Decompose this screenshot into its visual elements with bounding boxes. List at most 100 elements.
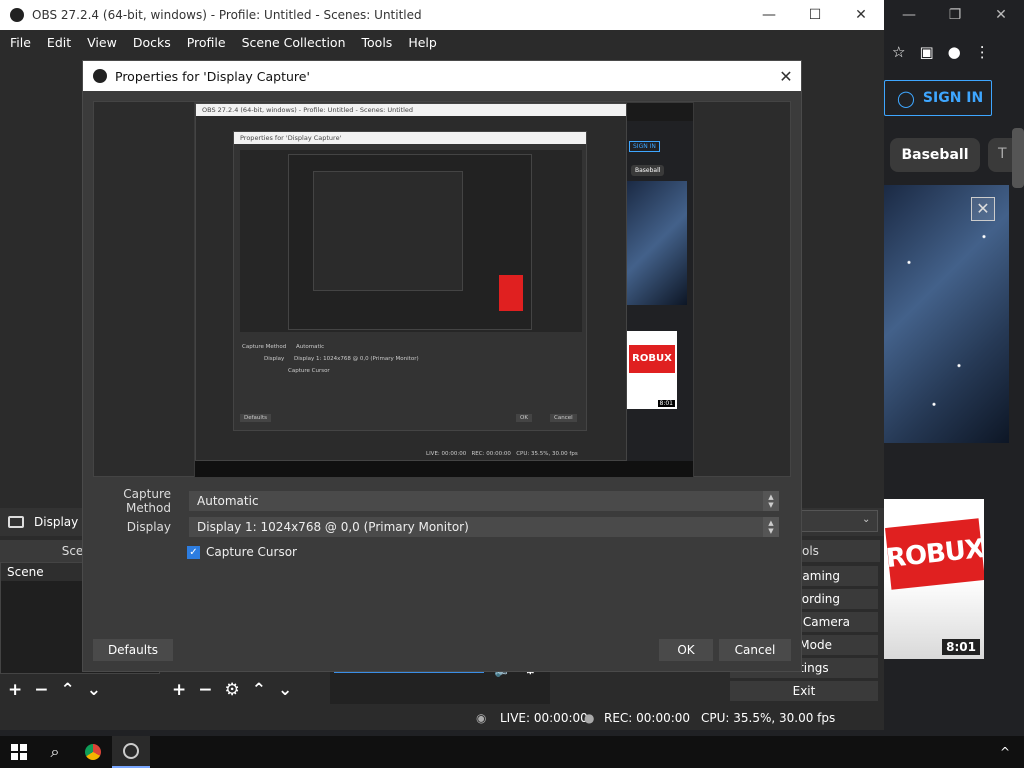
remove-icon[interactable]: − xyxy=(34,680,48,700)
capture-method-value: Automatic xyxy=(197,494,259,508)
menu-docks[interactable]: Docks xyxy=(125,35,179,50)
star-icon[interactable]: ☆ xyxy=(892,43,905,61)
profile-icon[interactable]: ● xyxy=(948,43,961,61)
chevron-down-icon[interactable]: ⌄ xyxy=(278,680,292,700)
tray-chevron[interactable]: ^ xyxy=(986,736,1024,768)
capture-method-label: Capture Method xyxy=(123,487,171,515)
more-icon[interactable]: ⋮ xyxy=(975,43,990,61)
cpu-status: CPU: 35.5%, 30.00 fps xyxy=(701,711,836,725)
search-icon: ⌕ xyxy=(50,742,60,761)
start-button[interactable] xyxy=(0,736,38,768)
nested-sign-in: SIGN IN xyxy=(629,141,660,152)
nested-robux xyxy=(499,275,523,311)
menu-view[interactable]: View xyxy=(79,35,125,50)
nested-display-row: Display Display 1: 1024x768 @ 0,0 (Prima… xyxy=(264,356,419,362)
menu-help[interactable]: Help xyxy=(400,35,445,50)
nested-ok-button: OK xyxy=(516,414,532,422)
sign-in-button[interactable]: ◯ SIGN IN xyxy=(884,80,992,116)
monitor-icon xyxy=(8,516,24,528)
dialog-close-button[interactable]: ✕ xyxy=(771,67,801,86)
menu-tools[interactable]: Tools xyxy=(354,35,401,50)
nested-capture-method-label: Capture Method xyxy=(242,344,287,350)
display-label: Display xyxy=(126,520,171,534)
remove-icon[interactable]: − xyxy=(198,680,212,700)
capture-preview: OBS 27.2.4 (64-bit, windows) - Profile: … xyxy=(93,101,791,478)
capture-cursor-label: Capture Cursor xyxy=(206,545,297,559)
nested-duration: 8:01 xyxy=(657,400,675,407)
chrome-taskbar-button[interactable] xyxy=(74,736,112,768)
obs-maximize-button[interactable]: ☐ xyxy=(792,7,838,23)
obs-statusbar: ◉ LIVE: 00:00:00 ● REC: 00:00:00 CPU: 35… xyxy=(0,706,884,730)
cancel-button[interactable]: Cancel xyxy=(719,639,791,661)
search-button[interactable]: ⌕ xyxy=(36,736,74,768)
chevron-down-icon[interactable]: ⌄ xyxy=(87,680,101,700)
nested-rec-status: REC: 00:00:00 xyxy=(471,451,511,457)
rec-status: REC: 00:00:00 xyxy=(604,711,691,725)
nested-statusbar: LIVE: 00:00:00 REC: 00:00:00 CPU: 35.5%,… xyxy=(426,451,578,457)
nested-capture-method-value: Automatic xyxy=(296,344,325,350)
menu-scene-collection[interactable]: Scene Collection xyxy=(234,35,354,50)
menu-profile[interactable]: Profile xyxy=(179,35,234,50)
browser-minimize-button[interactable]: — xyxy=(886,0,932,30)
sidepanel-icon[interactable]: ▣ xyxy=(919,43,933,61)
nested-preview xyxy=(240,150,582,332)
thumb-title: ROBUX xyxy=(885,518,984,590)
nested-capture-cursor: Capture Cursor xyxy=(288,368,330,374)
obs-title: OBS 27.2.4 (64-bit, windows) - Profile: … xyxy=(32,8,422,22)
obs-window-controls: — ☐ ✕ xyxy=(746,7,884,23)
nested-defaults-button: Defaults xyxy=(240,414,271,422)
nested-dialog-title: Properties for 'Display Capture' xyxy=(234,132,586,144)
obs-titlebar: OBS 27.2.4 (64-bit, windows) - Profile: … xyxy=(0,0,884,30)
nested-display-value: Display 1: 1024x768 @ 0,0 (Primary Monit… xyxy=(294,356,419,362)
sign-in-label: SIGN IN xyxy=(922,90,984,106)
properties-dialog: Properties for 'Display Capture' ✕ OBS 2… xyxy=(82,60,802,672)
nested-chip: Baseball xyxy=(631,165,665,176)
gear-icon[interactable]: ⚙ xyxy=(225,680,240,700)
add-icon[interactable]: + xyxy=(8,680,22,700)
chrome-icon xyxy=(85,744,101,760)
close-icon[interactable]: ✕ xyxy=(971,197,995,221)
chip-baseball[interactable]: Baseball xyxy=(890,138,980,172)
updown-icon: ▲ ▼ xyxy=(763,491,779,511)
chevron-up-icon[interactable]: ⌃ xyxy=(252,680,266,700)
live-icon: ◉ xyxy=(476,711,487,725)
live-status: LIVE: 00:00:00 xyxy=(500,711,588,725)
capture-cursor-checkbox[interactable]: ✓ xyxy=(187,545,200,559)
ok-button[interactable]: OK xyxy=(659,639,713,661)
nested-browser: SIGN IN Baseball ROBUX 8:01 xyxy=(627,121,693,461)
properties-form: Capture Method Automatic ▲ ▼ Display Disp… xyxy=(93,487,791,541)
obs-logo-icon xyxy=(93,69,107,83)
rec-icon: ● xyxy=(584,711,595,725)
chevron-up-icon[interactable]: ⌃ xyxy=(61,680,75,700)
defaults-button[interactable]: Defaults xyxy=(93,639,173,661)
menu-file[interactable]: File xyxy=(2,35,39,50)
capture-method-select[interactable]: Automatic ▲ ▼ xyxy=(189,491,779,511)
display-select[interactable]: Display 1: 1024x768 @ 0,0 (Primary Monit… xyxy=(189,517,779,537)
nested-cpu-status: CPU: 35.5%, 30.00 fps xyxy=(516,451,578,457)
browser-scrollbar[interactable] xyxy=(1012,128,1024,188)
menu-edit[interactable]: Edit xyxy=(39,35,79,50)
obs-icon xyxy=(123,743,139,759)
browser-close-button[interactable]: ✕ xyxy=(978,0,1024,30)
obs-minimize-button[interactable]: — xyxy=(746,7,792,23)
nested-dialog: Properties for 'Display Capture' Capture… xyxy=(233,131,587,431)
obs-taskbar-button[interactable] xyxy=(112,736,150,768)
windows-icon xyxy=(11,744,27,760)
nested-galaxy xyxy=(627,181,687,305)
nested-obs-title: OBS 27.2.4 (64-bit, windows) - Profile: … xyxy=(196,104,626,116)
exit-button[interactable]: Exit xyxy=(730,681,878,701)
obs-close-button[interactable]: ✕ xyxy=(838,7,884,23)
nested-display-label: Display xyxy=(264,356,285,362)
browser-restore-button[interactable]: ❐ xyxy=(932,0,978,30)
nested-level3 xyxy=(313,171,463,291)
ad-image: ✕ xyxy=(884,185,1009,443)
chevron-down-icon: ⌄ xyxy=(862,514,871,525)
browser-toolbar: ☆ ▣ ● ⋮ xyxy=(884,38,1024,66)
source-list-toolbar: + − ⚙ ⌃ ⌄ xyxy=(164,676,324,704)
add-icon[interactable]: + xyxy=(172,680,186,700)
video-thumbnail[interactable]: ROBUX 8:01 xyxy=(884,499,984,659)
nested-robux-text: ROBUX xyxy=(629,345,675,373)
nested-cancel-button: Cancel xyxy=(550,414,577,422)
capture-cursor-row[interactable]: ✓ Capture Cursor xyxy=(187,545,297,559)
obs-menubar: File Edit View Docks Profile Scene Colle… xyxy=(0,30,884,54)
